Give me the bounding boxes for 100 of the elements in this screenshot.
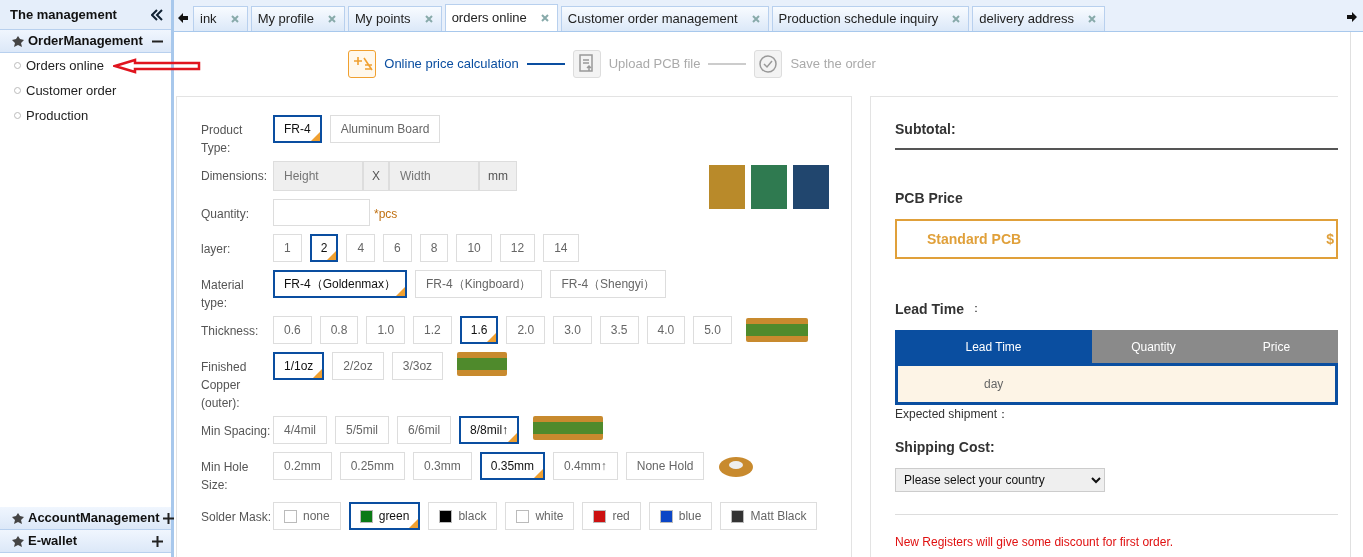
right-arrow-icon[interactable] xyxy=(1347,12,1357,22)
close-icon xyxy=(540,14,549,22)
option-button[interactable]: None Hold xyxy=(625,452,705,480)
option-button[interactable]: 4.0 xyxy=(646,316,686,344)
option-button[interactable]: 0.2mm xyxy=(273,452,332,480)
option-button[interactable]: blue xyxy=(648,502,713,530)
left-arrow-icon[interactable] xyxy=(178,13,188,23)
option-button[interactable]: Aluminum Board xyxy=(329,115,441,143)
option-button[interactable]: 6 xyxy=(383,234,412,262)
field-label: Solder Mask: xyxy=(201,509,273,526)
tab[interactable]: My profile xyxy=(250,6,345,31)
option-button[interactable]: green xyxy=(348,502,421,530)
product-name: Standard PCB xyxy=(927,229,1022,249)
lead-time-row[interactable]: day xyxy=(895,363,1338,405)
discount-notice: New Registers will give some discount for first order. xyxy=(895,514,1338,551)
column-header[interactable]: Lead Time xyxy=(895,330,1092,363)
collapse-icon[interactable] xyxy=(151,8,163,21)
option-button[interactable]: 1.6 xyxy=(459,316,499,344)
option-button[interactable]: 5.0 xyxy=(693,316,732,344)
option-button[interactable]: 1 xyxy=(273,234,302,262)
close-icon xyxy=(424,15,433,23)
option-button[interactable]: white xyxy=(505,502,575,530)
option-button[interactable]: 6/6mil xyxy=(397,416,452,444)
column-header[interactable]: Quantity xyxy=(1092,330,1215,363)
quantity-field[interactable] xyxy=(273,199,370,226)
option-button[interactable]: none xyxy=(273,502,341,530)
option-button[interactable]: 2.0 xyxy=(506,316,546,344)
option-button[interactable]: 3.5 xyxy=(599,316,639,344)
option-button[interactable]: black xyxy=(428,502,498,530)
option-button[interactable]: Matt Black xyxy=(720,502,818,530)
close-icon xyxy=(230,15,239,23)
tab[interactable]: ink xyxy=(193,6,248,31)
photo-placeholder xyxy=(709,165,745,209)
photo-placeholder xyxy=(751,165,787,209)
option-button[interactable]: FR-4（Kingboard） xyxy=(415,270,543,298)
bullet-icon xyxy=(14,62,21,69)
tab[interactable]: Customer order management xyxy=(560,6,769,31)
option-button[interactable]: FR-4（Goldenmax） xyxy=(273,270,408,298)
field-label: Material type: xyxy=(201,277,245,312)
option-button[interactable]: 2/2oz xyxy=(332,352,384,380)
width-field[interactable]: Width xyxy=(389,161,479,191)
tab[interactable]: Production schedule inquiry xyxy=(771,6,970,31)
option-button[interactable]: 0.3mm xyxy=(413,452,472,480)
option-button[interactable]: 12 xyxy=(499,234,536,262)
field-label: Finished Copper (outer): xyxy=(201,359,248,412)
option-button[interactable]: 8/8mil↑ xyxy=(459,416,520,444)
field-label: Product Type: xyxy=(201,122,244,157)
sidebar-title: The management xyxy=(10,5,117,24)
subtotal-label: Subtotal: xyxy=(895,119,1338,150)
unit-label: *pcs xyxy=(374,206,398,223)
option-button[interactable]: 0.35mm xyxy=(479,452,546,480)
expected-shipment-label: Expected shipment： xyxy=(895,406,1011,423)
option-button[interactable]: 8 xyxy=(419,234,449,262)
tab[interactable]: orders online xyxy=(444,4,558,31)
separator-label: X xyxy=(363,161,389,191)
option-button[interactable]: 14 xyxy=(543,234,579,262)
photo-placeholder xyxy=(793,165,829,209)
option-button[interactable]: 5/5mil xyxy=(335,416,390,444)
option-button[interactable]: FR-4 xyxy=(273,115,322,143)
bullet-icon xyxy=(14,87,21,94)
option-button[interactable]: 0.8 xyxy=(319,316,359,344)
group-label: OrderManagement xyxy=(28,32,144,51)
sidebar-item[interactable]: Production xyxy=(26,105,89,126)
close-icon xyxy=(328,15,336,23)
option-button[interactable]: 1/1oz xyxy=(273,352,325,380)
field-label: layer: xyxy=(201,241,232,258)
option-button[interactable]: 0.6 xyxy=(273,316,312,344)
close-icon xyxy=(751,15,760,23)
step-label: Save the order xyxy=(790,55,876,74)
pcb-price-heading: PCB Price xyxy=(895,189,964,208)
lead-time-heading: Lead Time xyxy=(895,300,964,319)
option-button[interactable]: 10 xyxy=(456,234,492,262)
board-thickness-drawing xyxy=(745,318,808,342)
sidebar-item[interactable]: Orders online xyxy=(26,55,105,76)
bullet-icon xyxy=(14,112,21,119)
height-field[interactable]: Height xyxy=(273,161,363,191)
option-button[interactable]: 0.4mm↑ xyxy=(553,452,618,480)
option-button[interactable]: 2 xyxy=(309,234,339,262)
option-button[interactable]: 0.25mm xyxy=(339,452,406,480)
field-label: Min Hole Size: xyxy=(201,459,250,494)
sidebar-item[interactable]: Customer order xyxy=(26,80,117,101)
option-button[interactable]: 3/3oz xyxy=(391,352,444,380)
tab[interactable]: delivery address xyxy=(972,6,1105,31)
tab[interactable]: My points xyxy=(348,6,442,31)
step-label: Upload PCB file xyxy=(608,55,701,74)
group-label: E-wallet xyxy=(28,532,79,551)
step-label: Online price calculation xyxy=(384,55,519,74)
option-button[interactable]: 4/4mil xyxy=(273,416,327,444)
option-button[interactable]: 4 xyxy=(346,234,376,262)
shipping-cost-heading: Shipping Cost: xyxy=(895,438,996,457)
option-button[interactable]: 3.0 xyxy=(553,316,592,344)
option-button[interactable]: FR-4（Shengyi） xyxy=(550,270,667,298)
country-select[interactable]: Please select your country xyxy=(895,468,1105,492)
option-button[interactable]: red xyxy=(582,502,641,530)
option-button[interactable]: 1.0 xyxy=(366,316,406,344)
column-header[interactable]: Price xyxy=(1215,330,1338,363)
currency-symbol: $ xyxy=(1326,229,1334,249)
close-icon xyxy=(952,15,961,23)
option-button[interactable]: 1.2 xyxy=(413,316,452,344)
field-label: Quantity: xyxy=(201,206,251,223)
